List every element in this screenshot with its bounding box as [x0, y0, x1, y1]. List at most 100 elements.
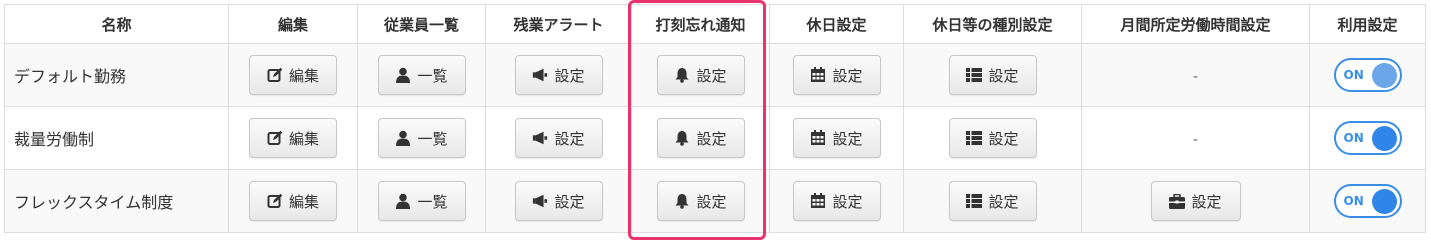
punch-reminder-cell: 設定	[631, 43, 770, 107]
punch-reminder-cell: 設定	[631, 169, 770, 233]
monthly-hours-cell: 設定	[1081, 169, 1310, 233]
employees-label: 一覧	[417, 129, 448, 148]
header-monthly-hours: 月間所定労働時間設定	[1081, 4, 1310, 44]
briefcase-icon	[1169, 193, 1186, 209]
header-holiday-settings: 休日設定	[769, 4, 904, 44]
edit-cell: 編集	[228, 106, 358, 170]
overtime-alert-cell: 設定	[485, 106, 632, 170]
edit-cell: 編集	[228, 169, 358, 233]
bell-icon	[674, 193, 690, 209]
usage-cell: ON	[1309, 43, 1426, 107]
table-row: フレックスタイム制度 編集 一覧 設定 設定 設定 設定 設定 ON	[4, 169, 1426, 233]
toggle-knob	[1371, 125, 1397, 151]
holiday-settings-button[interactable]: 設定	[792, 118, 881, 158]
work-rule-table: 名称 編集 従業員一覧 残業アラート 打刻忘れ通知 休日設定 休日等の種別設定 …	[4, 4, 1426, 233]
usage-toggle[interactable]: ON	[1333, 58, 1402, 92]
employees-button[interactable]: 一覧	[377, 118, 466, 158]
user-icon	[395, 67, 411, 83]
rule-name: デフォルト勤務	[4, 43, 229, 107]
rule-name: フレックスタイム制度	[4, 169, 229, 233]
employees-button[interactable]: 一覧	[377, 55, 466, 95]
bell-icon	[674, 67, 690, 83]
employees-cell: 一覧	[357, 106, 486, 170]
header-row: 名称 編集 従業員一覧 残業アラート 打刻忘れ通知 休日設定 休日等の種別設定 …	[4, 4, 1426, 44]
toggle-label: ON	[1343, 194, 1364, 208]
user-icon	[395, 193, 411, 209]
calendar-icon	[810, 67, 826, 83]
edit-icon	[267, 67, 283, 83]
rule-name: 裁量労働制	[4, 106, 229, 170]
holiday-settings-cell: 設定	[769, 169, 904, 233]
edit-label: 編集	[288, 66, 319, 85]
header-employees: 従業員一覧	[357, 4, 486, 44]
holiday-settings-cell: 設定	[769, 43, 904, 107]
employees-cell: 一覧	[357, 43, 486, 107]
edit-cell: 編集	[228, 43, 358, 107]
monthly-hours-button[interactable]: 設定	[1150, 181, 1241, 221]
edit-button[interactable]: 編集	[249, 118, 337, 158]
megaphone-icon	[532, 67, 548, 83]
overtime-alert-label: 設定	[554, 192, 585, 211]
edit-button[interactable]: 編集	[249, 181, 337, 221]
punch-reminder-label: 設定	[696, 192, 727, 211]
table-row: 裁量労働制 編集 一覧 設定 設定 設定 設定 - ON	[4, 106, 1426, 170]
toggle-knob	[1371, 62, 1397, 88]
holiday-type-settings-label: 設定	[988, 129, 1019, 148]
monthly-hours-empty: -	[1192, 131, 1199, 148]
monthly-hours-label: 設定	[1191, 192, 1222, 211]
usage-cell: ON	[1309, 169, 1426, 233]
calendar-icon	[810, 193, 826, 209]
holiday-type-settings-button[interactable]: 設定	[948, 181, 1037, 221]
holiday-type-settings-cell: 設定	[903, 106, 1082, 170]
holiday-type-settings-cell: 設定	[903, 169, 1082, 233]
edit-button[interactable]: 編集	[249, 55, 337, 95]
overtime-alert-label: 設定	[554, 66, 585, 85]
punch-reminder-label: 設定	[696, 129, 727, 148]
holiday-type-settings-button[interactable]: 設定	[948, 55, 1037, 95]
holiday-settings-label: 設定	[832, 192, 863, 211]
edit-icon	[267, 193, 283, 209]
header-edit: 編集	[228, 4, 358, 44]
list-icon	[966, 67, 983, 83]
header-overtime-alert: 残業アラート	[485, 4, 632, 44]
punch-reminder-label: 設定	[696, 66, 727, 85]
holiday-settings-label: 設定	[832, 129, 863, 148]
holiday-settings-button[interactable]: 設定	[792, 181, 881, 221]
toggle-knob	[1371, 188, 1397, 214]
punch-reminder-button[interactable]: 設定	[656, 118, 745, 158]
toggle-label: ON	[1343, 131, 1364, 145]
punch-reminder-cell: 設定	[631, 106, 770, 170]
header-punch-reminder: 打刻忘れ通知	[631, 4, 770, 44]
usage-toggle[interactable]: ON	[1333, 121, 1402, 155]
monthly-hours-cell: -	[1081, 106, 1310, 170]
overtime-alert-button[interactable]: 設定	[514, 118, 603, 158]
overtime-alert-label: 設定	[554, 129, 585, 148]
holiday-settings-button[interactable]: 設定	[792, 55, 881, 95]
list-icon	[966, 193, 983, 209]
employees-label: 一覧	[417, 66, 448, 85]
header-usage: 利用設定	[1309, 4, 1426, 44]
punch-reminder-button[interactable]: 設定	[656, 55, 745, 95]
monthly-hours-empty: -	[1192, 68, 1199, 85]
usage-cell: ON	[1309, 106, 1426, 170]
header-holiday-type-settings: 休日等の種別設定	[903, 4, 1082, 44]
calendar-icon	[810, 130, 826, 146]
list-icon	[966, 130, 983, 146]
overtime-alert-cell: 設定	[485, 169, 632, 233]
punch-reminder-button[interactable]: 設定	[656, 181, 745, 221]
holiday-type-settings-button[interactable]: 設定	[948, 118, 1037, 158]
megaphone-icon	[532, 193, 548, 209]
usage-toggle[interactable]: ON	[1333, 184, 1402, 218]
holiday-settings-label: 設定	[832, 66, 863, 85]
employees-label: 一覧	[417, 192, 448, 211]
edit-icon	[267, 130, 283, 146]
holiday-type-settings-cell: 設定	[903, 43, 1082, 107]
toggle-label: ON	[1343, 68, 1364, 82]
table-row: デフォルト勤務 編集 一覧 設定 設定 設定 設定 - ON	[4, 43, 1426, 107]
edit-label: 編集	[288, 192, 319, 211]
employees-button[interactable]: 一覧	[377, 181, 466, 221]
overtime-alert-button[interactable]: 設定	[514, 181, 603, 221]
employees-cell: 一覧	[357, 169, 486, 233]
holiday-type-settings-label: 設定	[988, 192, 1019, 211]
overtime-alert-button[interactable]: 設定	[514, 55, 603, 95]
